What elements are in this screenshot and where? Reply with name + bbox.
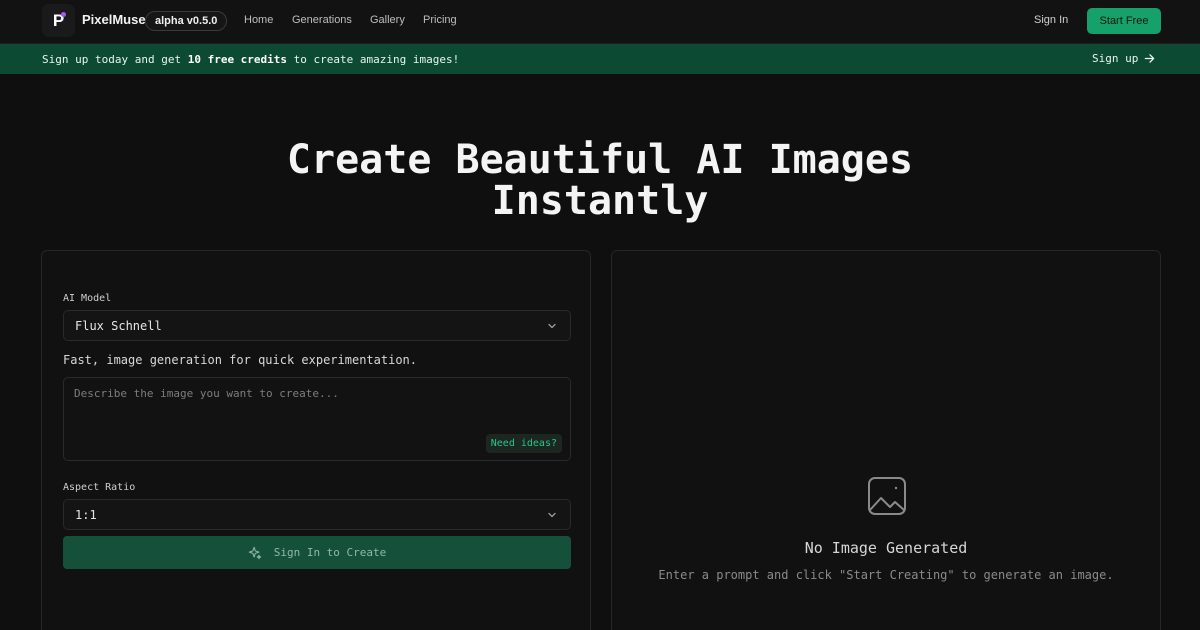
start-free-button[interactable]: Start Free bbox=[1087, 8, 1161, 34]
sign-in-to-create-button[interactable]: Sign In to Create bbox=[63, 536, 571, 569]
banner-text-bold: 10 free credits bbox=[187, 53, 288, 66]
brand-name[interactable]: PixelMuse bbox=[82, 12, 146, 27]
top-nav: P PixelMuse alpha v0.5.0 Home Generation… bbox=[0, 0, 1200, 44]
model-select[interactable]: Flux Schnell bbox=[63, 310, 571, 341]
image-preview-panel: No Image Generated Enter a prompt and cl… bbox=[611, 250, 1161, 630]
aspect-ratio-value: 1:1 bbox=[75, 508, 97, 522]
banner-text-before: Sign up today and get bbox=[42, 53, 188, 66]
nav-link-pricing[interactable]: Pricing bbox=[423, 14, 457, 26]
model-select-value: Flux Schnell bbox=[75, 319, 162, 333]
banner-signup-label: Sign up bbox=[1092, 52, 1139, 65]
banner-text-after: to create amazing images! bbox=[287, 53, 460, 66]
prompt-input[interactable]: Describe the image you want to create...… bbox=[63, 377, 571, 461]
logo[interactable]: P bbox=[42, 4, 75, 37]
generator-form-panel: AI Model Flux Schnell Fast, image genera… bbox=[41, 250, 591, 630]
hero-line-1: Create Beautiful AI Images bbox=[286, 137, 914, 183]
aspect-ratio-label: Aspect Ratio bbox=[63, 482, 136, 493]
need-ideas-button[interactable]: Need ideas? bbox=[485, 434, 562, 453]
nav-link-generations[interactable]: Generations bbox=[292, 14, 352, 26]
chevron-down-icon bbox=[548, 323, 556, 329]
nav-link-gallery[interactable]: Gallery bbox=[370, 14, 405, 26]
empty-state-title: No Image Generated bbox=[804, 539, 968, 557]
hero-heading: Create Beautiful AI Images Instantly bbox=[0, 140, 1200, 222]
arrow-right-icon bbox=[1145, 54, 1155, 63]
chevron-down-icon bbox=[548, 512, 556, 518]
version-badge: alpha v0.5.0 bbox=[145, 11, 228, 31]
model-description: Fast, image generation for quick experim… bbox=[63, 353, 418, 367]
create-button-label: Sign In to Create bbox=[273, 546, 387, 559]
banner-message: Sign up today and get 10 free credits to… bbox=[42, 53, 459, 66]
image-icon bbox=[868, 477, 906, 515]
model-label: AI Model bbox=[63, 293, 112, 304]
banner-signup-link[interactable]: Sign up bbox=[1092, 52, 1155, 65]
nav-link-home[interactable]: Home bbox=[244, 14, 273, 26]
empty-state-subtitle: Enter a prompt and click "Start Creating… bbox=[658, 568, 1114, 582]
sign-in-link[interactable]: Sign In bbox=[1034, 14, 1068, 26]
promo-banner: Sign up today and get 10 free credits to… bbox=[0, 44, 1200, 74]
aspect-ratio-select[interactable]: 1:1 bbox=[63, 499, 571, 530]
prompt-placeholder: Describe the image you want to create... bbox=[74, 387, 339, 400]
logo-dot bbox=[61, 12, 66, 17]
hero-line-2: Instantly bbox=[491, 178, 709, 224]
sparkles-icon bbox=[248, 546, 261, 559]
